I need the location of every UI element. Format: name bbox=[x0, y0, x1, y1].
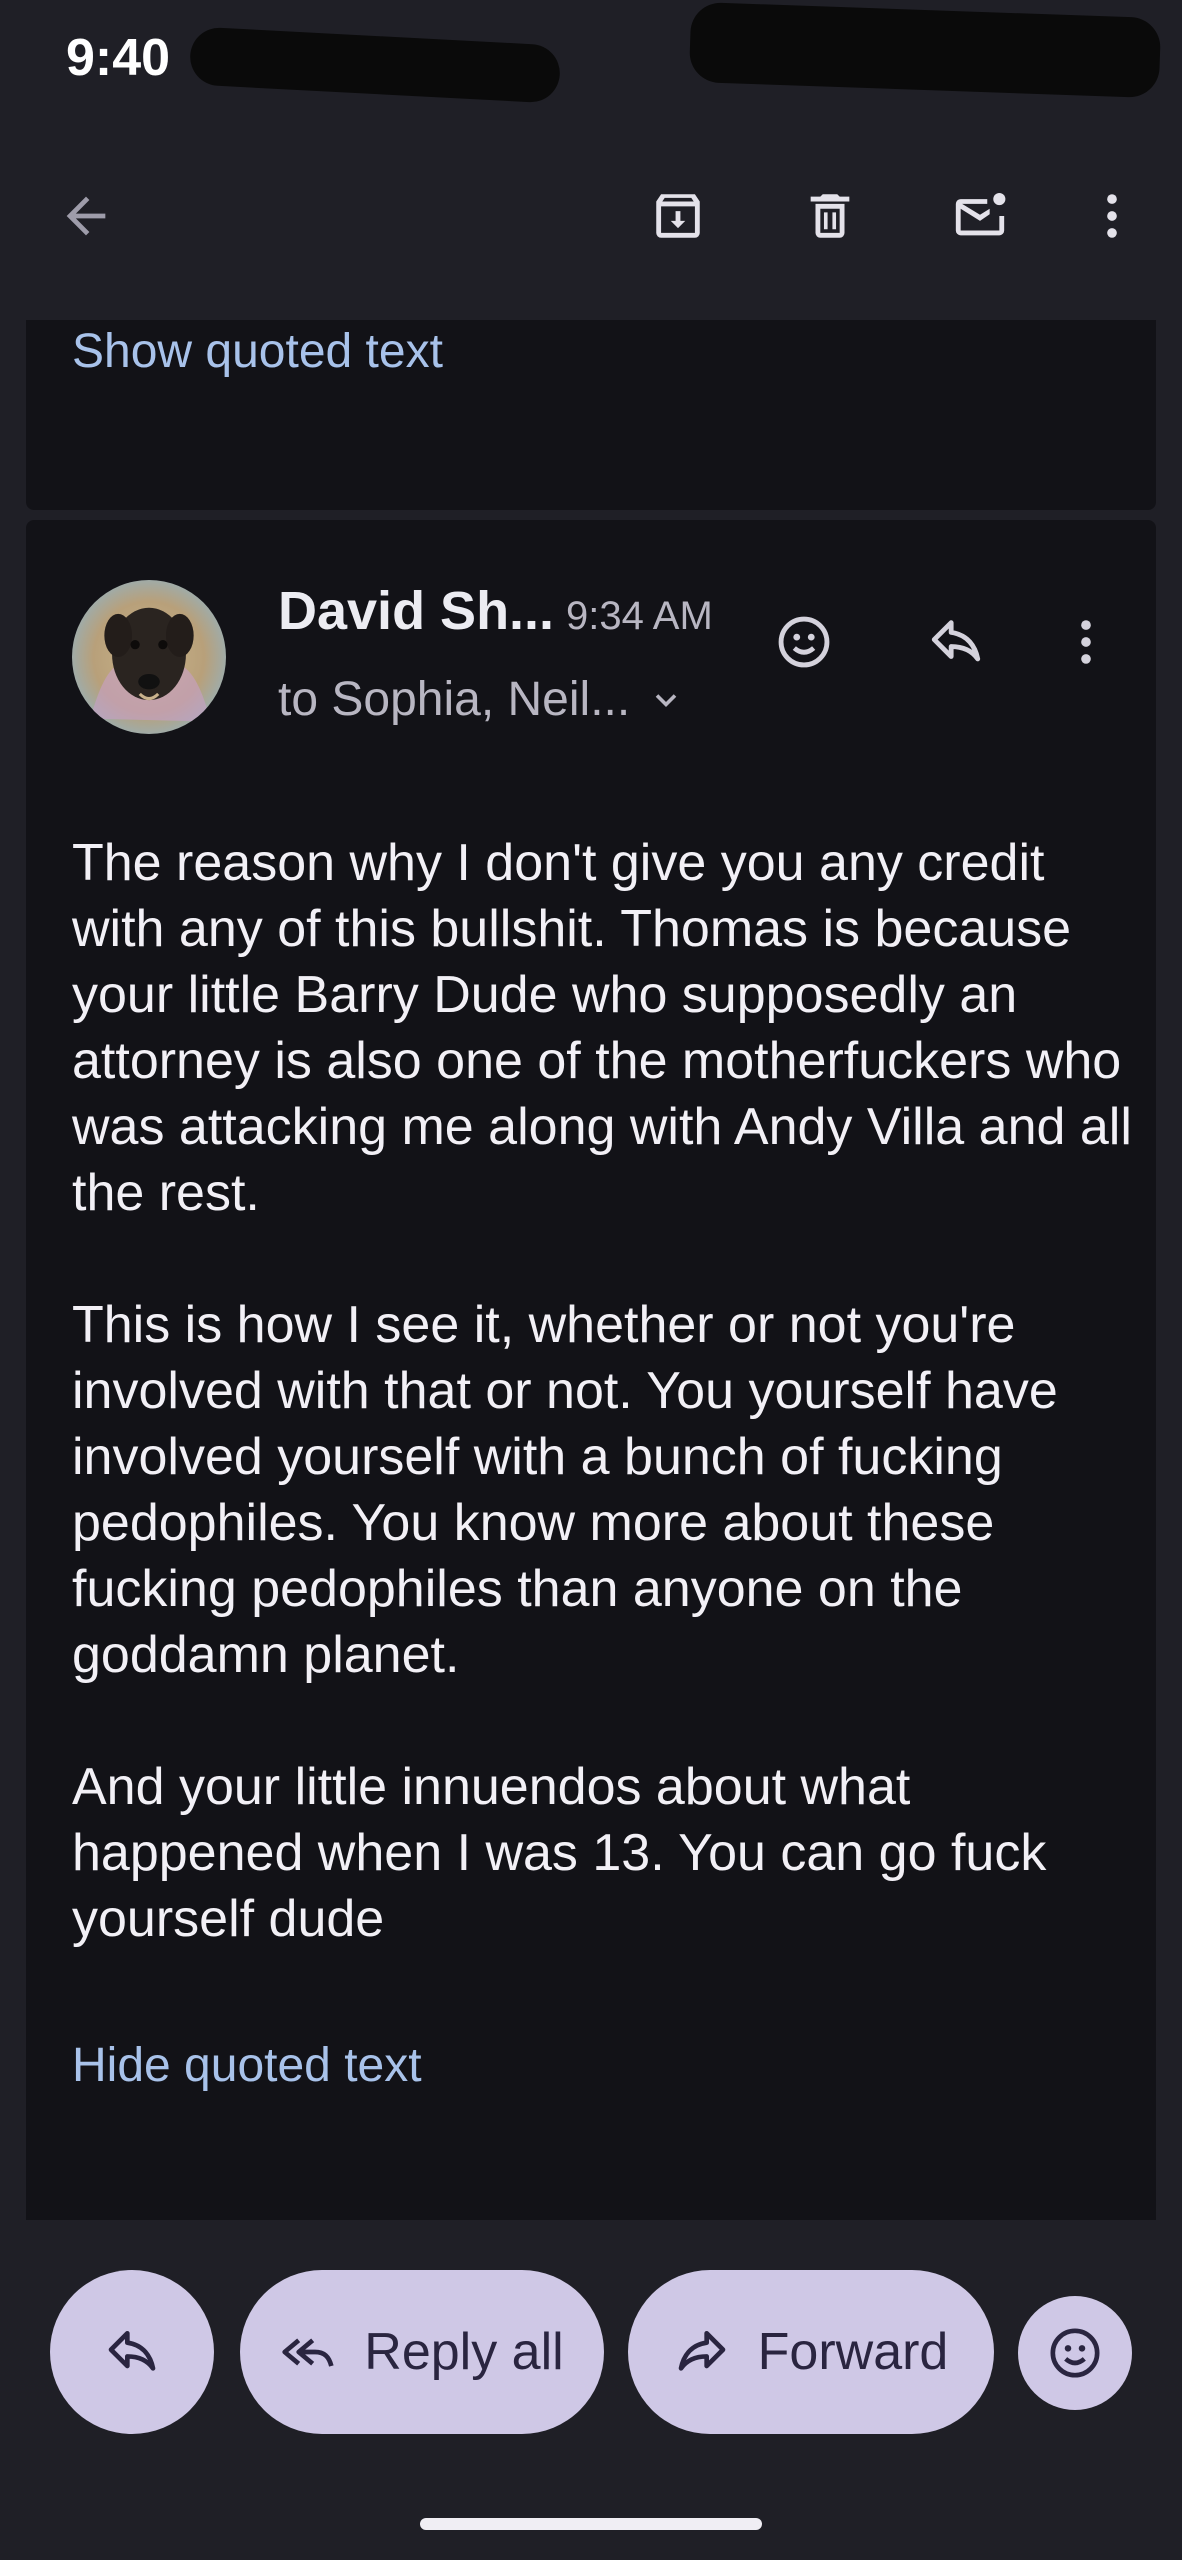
reply-pill-button[interactable] bbox=[50, 2270, 214, 2434]
redacted-notification-area bbox=[188, 26, 562, 104]
forward-icon bbox=[678, 2331, 725, 2371]
arrow-back-icon bbox=[66, 196, 106, 236]
back-button[interactable] bbox=[46, 176, 126, 256]
delete-button[interactable] bbox=[790, 176, 870, 256]
archive-button[interactable] bbox=[638, 176, 718, 256]
show-quoted-text-link[interactable]: Show quoted text bbox=[72, 324, 443, 379]
home-indicator[interactable] bbox=[420, 2518, 762, 2530]
chevron-down-icon bbox=[655, 693, 677, 707]
react-emoji-button[interactable] bbox=[764, 602, 844, 682]
emoji-icon bbox=[1050, 2328, 1100, 2378]
message-body: The reason why I don't give you any cred… bbox=[72, 830, 1132, 2018]
redacted-status-icons bbox=[688, 1, 1162, 99]
reply-all-button[interactable]: Reply all bbox=[240, 2270, 604, 2434]
message-more-button[interactable] bbox=[1046, 602, 1126, 682]
more-vert-icon bbox=[1107, 194, 1117, 238]
message-time: 9:34 AM bbox=[566, 594, 713, 638]
recipients-text: to Sophia, Neil... bbox=[278, 673, 631, 726]
recipients-toggle[interactable]: to Sophia, Neil... bbox=[278, 672, 684, 727]
mark-unread-icon bbox=[955, 193, 1006, 236]
message-paragraph: This is how I see it, whether or not you… bbox=[72, 1296, 1058, 1684]
reply-icon bbox=[931, 620, 981, 662]
top-app-bar bbox=[0, 160, 1182, 280]
sender-name[interactable]: David Sh... bbox=[278, 580, 554, 642]
archive-icon bbox=[656, 194, 700, 238]
reply-all-icon bbox=[282, 2338, 334, 2367]
status-bar: 9:40 bbox=[0, 0, 1182, 120]
forward-button[interactable]: Forward bbox=[628, 2270, 994, 2434]
emoji-reaction-button[interactable] bbox=[1018, 2296, 1132, 2410]
reply-icon bbox=[108, 2331, 156, 2371]
message-paragraph: And your little innuendos about what hap… bbox=[72, 1758, 1047, 1948]
more-options-button[interactable] bbox=[1072, 176, 1152, 256]
hide-quoted-text-link[interactable]: Hide quoted text bbox=[72, 2038, 422, 2093]
reply-all-label: Reply all bbox=[364, 2323, 564, 2381]
dog-avatar-image bbox=[72, 580, 226, 734]
sender-avatar[interactable] bbox=[72, 580, 226, 734]
mark-unread-button[interactable] bbox=[940, 176, 1020, 256]
message-paragraph: The reason why I don't give you any cred… bbox=[72, 834, 1132, 1222]
reply-button[interactable] bbox=[916, 602, 996, 682]
forward-label: Forward bbox=[757, 2323, 949, 2381]
emoji-icon bbox=[778, 616, 830, 668]
trash-icon bbox=[810, 194, 850, 238]
status-time: 9:40 bbox=[66, 29, 171, 87]
more-vert-icon bbox=[1081, 620, 1091, 664]
